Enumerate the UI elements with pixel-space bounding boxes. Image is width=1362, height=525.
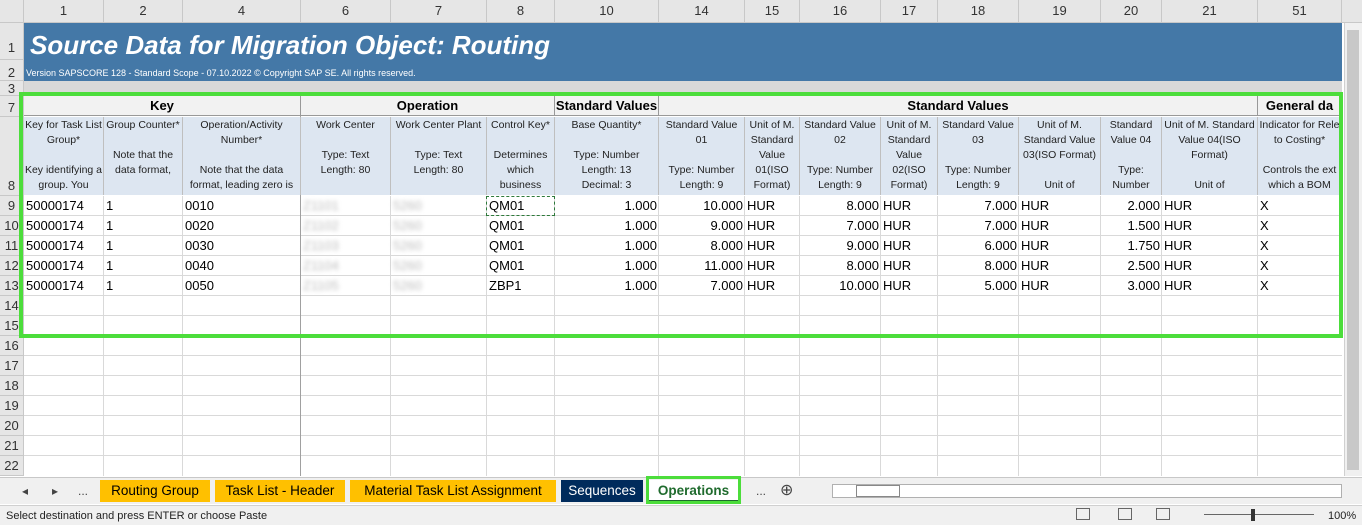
row-header[interactable]: 1 bbox=[0, 23, 24, 60]
select-all-corner[interactable] bbox=[0, 0, 24, 22]
zoom-slider-thumb[interactable] bbox=[1251, 509, 1255, 521]
page-break-preview-icon[interactable] bbox=[1156, 508, 1170, 520]
prev-sheet-icon[interactable]: ◂ bbox=[22, 484, 28, 498]
row-header[interactable]: 2 bbox=[0, 60, 24, 81]
row-header[interactable]: 20 bbox=[0, 416, 24, 436]
column-header[interactable]: 6 bbox=[301, 0, 391, 22]
normal-view-icon[interactable] bbox=[1076, 508, 1090, 520]
highlight-frame bbox=[19, 92, 1343, 338]
column-header[interactable]: 20 bbox=[1101, 0, 1162, 22]
row-header[interactable]: 16 bbox=[0, 336, 24, 356]
column-header[interactable]: 14 bbox=[659, 0, 745, 22]
sheet-title: Source Data for Migration Object: Routin… bbox=[30, 30, 551, 60]
column-header[interactable]: 8 bbox=[487, 0, 555, 22]
vertical-scroll-thumb[interactable] bbox=[1347, 30, 1359, 470]
tab-sequences[interactable]: Sequences bbox=[561, 480, 643, 502]
status-message: Select destination and press ENTER or ch… bbox=[6, 510, 268, 522]
zoom-level[interactable]: 100% bbox=[1328, 510, 1356, 522]
column-header[interactable]: 10 bbox=[555, 0, 659, 22]
column-header[interactable]: 7 bbox=[391, 0, 487, 22]
row-header[interactable]: 18 bbox=[0, 376, 24, 396]
zoom-slider[interactable] bbox=[1204, 514, 1314, 515]
more-sheets-right[interactable]: ... bbox=[756, 484, 766, 498]
more-sheets-left[interactable]: ... bbox=[78, 484, 88, 498]
column-header[interactable]: 16 bbox=[800, 0, 881, 22]
next-sheet-icon[interactable]: ▸ bbox=[52, 484, 58, 498]
row-header[interactable]: 17 bbox=[0, 356, 24, 376]
column-header[interactable]: 18 bbox=[938, 0, 1019, 22]
row-header[interactable]: 22 bbox=[0, 456, 24, 476]
column-header[interactable]: 19 bbox=[1019, 0, 1101, 22]
column-header[interactable]: 15 bbox=[745, 0, 800, 22]
horizontal-scrollbar[interactable] bbox=[832, 484, 1342, 498]
column-header[interactable]: 4 bbox=[183, 0, 301, 22]
add-sheet-icon[interactable]: ⊕ bbox=[780, 480, 793, 500]
row-header[interactable]: 21 bbox=[0, 436, 24, 456]
tab-material-task-list-assignment[interactable]: Material Task List Assignment bbox=[350, 480, 556, 502]
tab-task-list-header[interactable]: Task List - Header bbox=[215, 480, 345, 502]
column-header[interactable]: 51 bbox=[1258, 0, 1342, 22]
tab-routing-group[interactable]: Routing Group bbox=[100, 480, 210, 502]
page-layout-icon[interactable] bbox=[1118, 508, 1132, 520]
column-header[interactable]: 17 bbox=[881, 0, 938, 22]
column-header-bar: 1 2 4 6 7 8 10 14 15 16 17 18 19 20 21 5… bbox=[0, 0, 1362, 23]
column-header[interactable]: 21 bbox=[1162, 0, 1258, 22]
column-header[interactable]: 1 bbox=[24, 0, 104, 22]
row-header[interactable]: 19 bbox=[0, 396, 24, 416]
horizontal-scroll-thumb[interactable] bbox=[856, 485, 900, 497]
column-header[interactable]: 2 bbox=[104, 0, 183, 22]
version-note: Version SAPSCORE 128 - Standard Scope - … bbox=[26, 68, 416, 78]
highlight-frame bbox=[646, 476, 741, 504]
